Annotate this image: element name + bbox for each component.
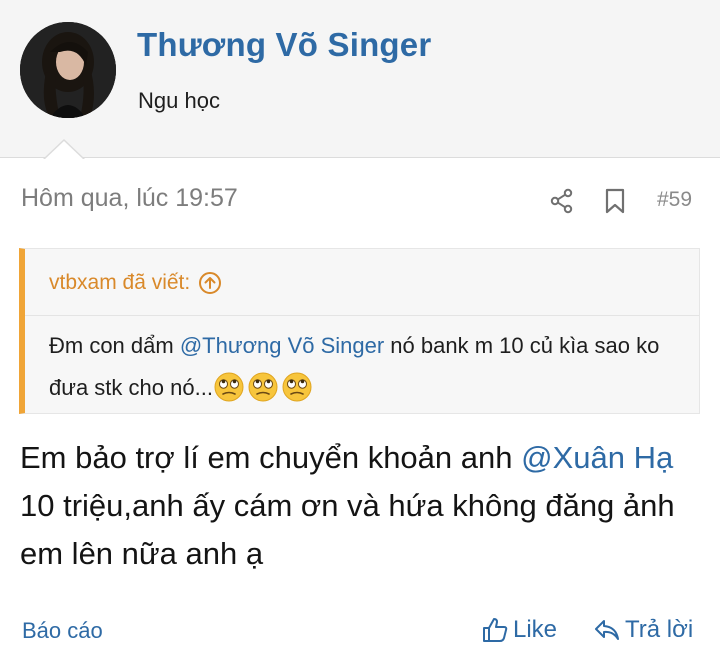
like-button[interactable]: Like [481,616,557,644]
quote-block: vtbxam đã viết: Đm con dẩm @Thương Võ Si… [19,248,700,414]
share-icon[interactable] [550,188,574,214]
post-message: Em bảo trợ lí em chuyển khoản anh @Xuân … [20,434,710,578]
message-text-start: Em bảo trợ lí em chuyển khoản anh [20,440,522,475]
avatar-photo-icon [20,22,116,118]
emoji-row [213,372,315,402]
quote-text: Đm con dẩm @Thương Võ Singer nó bank m 1… [49,325,689,409]
rolling-eyes-emoji-icon [248,372,278,402]
quote-divider [25,315,699,316]
quote-mention[interactable]: @Thương Võ Singer [180,333,384,358]
avatar[interactable] [20,22,116,118]
quote-author: vtbxam đã viết: [49,271,191,294]
user-title: Ngu học [138,88,220,113]
report-link[interactable]: Báo cáo [22,618,103,644]
like-label: Like [513,616,558,643]
message-text-end: 10 triệu,anh ấy cám ơn và hứa không đăng… [20,488,675,571]
rolling-eyes-emoji-icon [214,372,244,402]
rolling-eyes-emoji-icon [282,372,312,402]
header-pointer [44,141,84,160]
reply-label: Trả lời [625,616,694,643]
quote-author-link[interactable]: vtbxam đã viết: [49,271,222,295]
reply-arrow-icon [595,620,619,640]
user-header: Thương Võ Singer Ngu học [0,0,720,158]
message-mention[interactable]: @Xuân Hạ [521,440,673,475]
post-date[interactable]: Hôm qua, lúc 19:57 [21,184,238,213]
user-name[interactable]: Thương Võ Singer [137,26,431,64]
arrow-up-circle-icon[interactable] [198,271,222,295]
post-number[interactable]: #59 [657,188,692,212]
bookmark-icon[interactable] [604,188,626,214]
reply-button[interactable]: Trả lời [593,616,693,644]
thumbs-up-icon [483,618,508,642]
quote-text-start: Đm con dẩm [49,333,180,358]
